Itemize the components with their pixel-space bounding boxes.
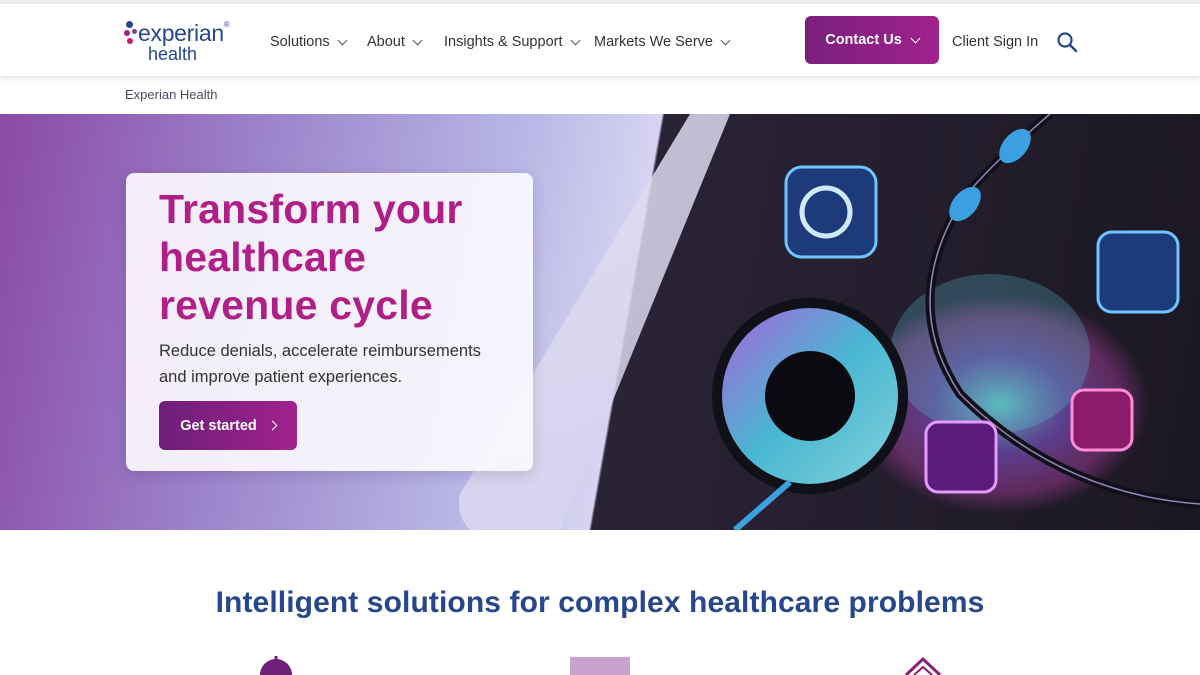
logo-dot [132,29,137,34]
section-title: Intelligent solutions for complex health… [215,586,985,619]
chevron-down-icon [337,35,348,45]
get-started-button[interactable]: Get started [159,401,297,450]
nav-about[interactable]: About [367,30,423,54]
hero-subtitle: Reduce denials, accelerate reimbursement… [159,342,481,386]
contact-label: Contact Us [825,32,902,48]
chevron-right-icon [267,420,278,431]
hero-banner: Transform your healthcare revenue cycle … [0,114,1200,530]
logo-dot [127,38,133,44]
breadcrumb-home[interactable]: Experian Health [125,87,218,102]
chevron-down-icon [412,35,423,45]
nav-label: Insights & Support [444,34,563,50]
house-icon [904,656,942,675]
nav-label: Markets We Serve [594,34,713,50]
nav-solutions[interactable]: Solutions [270,30,348,54]
site-header: experian® health Solutions About Insight… [0,4,1200,76]
search-icon[interactable] [1056,31,1078,53]
logo-dot [124,30,130,36]
document-icon [570,657,630,675]
get-started-label: Get started [180,417,257,434]
contact-us-button[interactable]: Contact Us [805,16,939,64]
chevron-down-icon [910,33,921,43]
nav-label: Solutions [270,34,330,50]
chevron-down-icon [720,35,731,45]
dollar-icon [260,656,292,675]
logo-dot [126,21,133,28]
nav-markets[interactable]: Markets We Serve [594,30,731,54]
nav-insights-support[interactable]: Insights & Support [444,30,580,54]
chevron-down-icon [570,35,580,45]
experian-health-logo[interactable]: experian® health [124,19,234,65]
nav-label: About [367,34,405,50]
hero-title: Transform your healthcare revenue cycle [159,186,463,328]
logo-subword: health [148,44,198,64]
client-sign-in-link[interactable]: Client Sign In [952,30,1038,54]
hero-card: Transform your healthcare revenue cycle … [126,173,533,471]
